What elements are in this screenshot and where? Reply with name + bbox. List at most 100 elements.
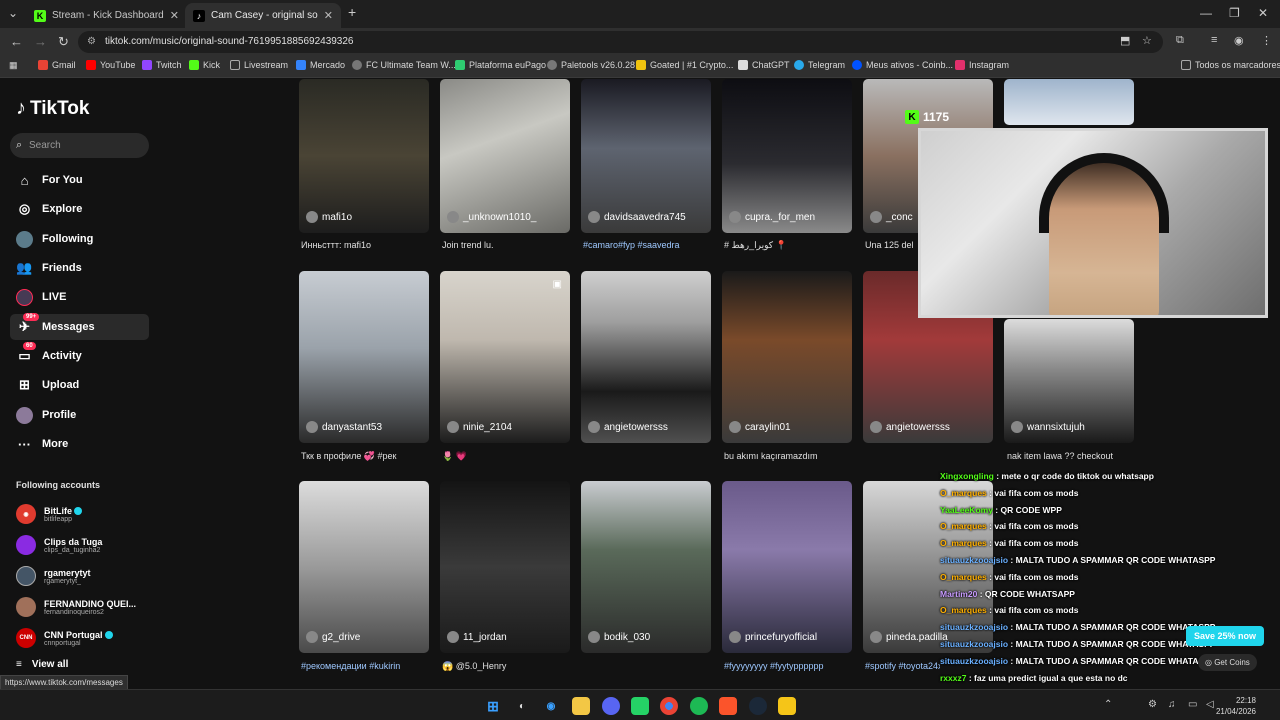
video-card[interactable]: caraylin01 [722,271,852,443]
account-bitlife[interactable]: ◉ BitLife bitlifeapp [16,501,156,527]
chat-text: vai fifa com os mods [994,571,1079,582]
get-coins-button[interactable]: ◎ Get Coins [1198,654,1257,671]
media-icon[interactable]: ≡ [1211,34,1217,46]
bookmark-all[interactable]: Todos os marcadores [1181,60,1280,70]
tab-kick-dashboard[interactable]: K Stream - Kick Dashboard ✕ [26,3,182,28]
back-icon[interactable]: ← [10,34,23,49]
menu-icon[interactable]: ⋮ [1261,34,1272,47]
video-card[interactable]: bodik_030 [581,481,711,653]
app-icon[interactable] [778,697,796,715]
restore-icon[interactable]: ❐ [1229,6,1240,20]
mic-icon[interactable]: ♫ [1168,699,1176,710]
search-input[interactable]: ⌕ Search [10,133,149,158]
install-icon[interactable]: ⬒ [1120,34,1130,47]
video-card[interactable]: wannsixtujuh [1004,319,1134,443]
video-card[interactable]: _unknown1010_ [440,79,570,233]
account-cnn-portugal[interactable]: CNN CNN Portugal cnnportugal [16,625,156,651]
chat-message: YaaLeeKomy : QR CODE WPP [940,505,1062,515]
video-card[interactable]: davidsaavedra745 [581,79,711,233]
bookmark-twitch[interactable]: Twitch [142,60,182,70]
file-explorer-icon[interactable] [572,697,590,715]
window-close-icon[interactable]: ✕ [1258,6,1268,20]
chat-message: O_marques : vai fifa com os mods [940,538,1078,548]
tray-chevron-icon[interactable]: ⌃ [1104,699,1112,710]
new-tab-icon[interactable]: + [348,4,356,20]
widgets-icon[interactable]: ◉ [542,697,560,715]
avatar [16,597,36,617]
tab-tiktok[interactable]: ♪ Cam Casey - original sound | Ti ✕ [185,3,341,28]
chrome-icon[interactable] [660,697,678,715]
close-icon[interactable]: ✕ [170,9,179,22]
bookmark-coinbase[interactable]: Meus ativos - Coinb... [852,60,953,70]
close-icon[interactable]: ✕ [324,9,333,22]
discord-icon[interactable] [602,697,620,715]
avatar [870,211,882,223]
bookmark-gmail[interactable]: Gmail [38,60,76,70]
url-field[interactable]: ⚙ tiktok.com/music/original-sound-761995… [78,31,1163,53]
video-card[interactable]: g2_drive [299,481,429,653]
nav-upload[interactable]: ⊞ Upload [10,372,149,398]
video-card[interactable]: ▣ ninie_2104 [440,271,570,443]
volume-icon[interactable]: ◁ [1206,699,1214,710]
tab-search-icon[interactable]: ⌄ [8,6,18,20]
nav-profile[interactable]: Profile [10,402,149,428]
nav-activity[interactable]: ▭ 60 Activity [10,341,149,369]
nav-more[interactable]: ··· More [10,431,149,457]
extensions-icon[interactable]: ⧉ [1176,34,1184,47]
bookmark-fc-ultimate[interactable]: FC Ultimate Team W... [352,60,456,70]
site-info-icon[interactable]: ⚙ [87,31,96,53]
bookmark-paletools[interactable]: Paletools v26.0.28 [547,60,635,70]
search-icon[interactable]: ◐ [513,697,531,715]
nav-live[interactable]: LIVE [10,284,149,310]
spotify-icon[interactable] [690,697,708,715]
nav-friends[interactable]: 👥 Friends [10,255,149,281]
bookmark-youtube[interactable]: YouTube [86,60,135,70]
chat-username: O_marques [940,521,987,532]
video-card[interactable]: cupra._for_men [722,79,852,233]
tiktok-logo[interactable]: ♪ TikTok [16,97,89,120]
whatsapp-icon[interactable] [631,697,649,715]
chat-separator: : [1008,639,1016,649]
start-icon[interactable]: ⊞ [484,697,502,715]
save-25-button[interactable]: Save 25% now [1186,626,1265,646]
view-all-link[interactable]: ≡ View all [16,659,68,670]
account-fernandino[interactable]: FERNANDINO QUEI... fernandinoqueiros2 [16,594,156,620]
steam-icon[interactable] [749,697,767,715]
minimize-icon[interactable]: — [1200,6,1212,20]
video-card[interactable]: mafi1o [299,79,429,233]
bookmark-mercado[interactable]: Mercado [296,60,345,70]
profile-avatar-icon[interactable]: ◉ [1234,34,1244,47]
forward-icon[interactable]: → [34,34,47,49]
video-caption: nak item lawa ?? checkout [1007,451,1114,461]
verified-icon [104,631,113,640]
reload-icon[interactable]: ↻ [58,34,69,50]
video-author: princefuryofficial [729,631,817,643]
tray-app-icon[interactable]: ⚙ [1148,699,1157,710]
bookmark-telegram[interactable]: Telegram [794,60,845,70]
video-author: _unknown1010_ [447,211,536,223]
nav-for-you[interactable]: ⌂ For You [10,167,149,193]
nav-explore[interactable]: ◎ Explore [10,196,149,222]
apps-icon[interactable]: ▦ [9,60,18,71]
network-icon[interactable]: ▭ [1188,699,1197,710]
nav-following[interactable]: Following [10,226,149,252]
brave-icon[interactable] [719,697,737,715]
bookmark-livestream[interactable]: Livestream [230,60,288,70]
bookmark-goated[interactable]: Goated | #1 Crypto... [636,60,733,70]
clock[interactable]: 22:18 21/04/2026 [1216,695,1256,717]
video-card[interactable]: 11_jordan [440,481,570,653]
bookmark-star-icon[interactable]: ☆ [1142,34,1152,47]
account-clips-da-tuga[interactable]: Clips da Tuga clips_da_tuginha2 [16,532,156,558]
bookmark-chatgpt[interactable]: ChatGPT [738,60,790,70]
video-card[interactable]: angietowersss [581,271,711,443]
video-card[interactable]: princefuryofficial [722,481,852,653]
bookmark-instagram[interactable]: Instagram [955,60,1009,70]
nav-messages[interactable]: ✈ 99+ Messages [10,312,149,340]
video-card[interactable] [1004,79,1134,125]
bookmark-kick[interactable]: Kick [189,60,220,70]
avatar [306,631,318,643]
account-rgamerytyt[interactable]: rgamerytyt rgamerytyt_ [16,563,156,589]
video-card[interactable]: danyastant53 [299,271,429,443]
url-text: tiktok.com/music/original-sound-76199518… [105,36,354,47]
bookmark-eupago[interactable]: Plataforma euPago [455,60,546,70]
